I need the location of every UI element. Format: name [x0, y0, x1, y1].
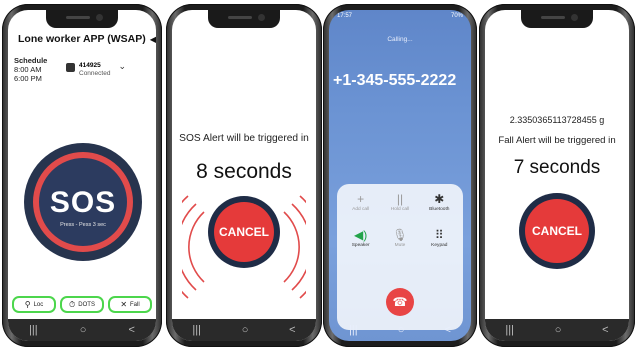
android-navbar: ||| ○ < [8, 319, 156, 341]
phone-fall-countdown: 2.3350365113728455 g Fall Alert will be … [479, 4, 635, 347]
loc-label: Loc [33, 301, 44, 308]
phone-sos-home: Lone worker APP (WSAP) ◀))) Schedule 8:0… [2, 4, 162, 347]
status-bar: 17:57 70% [337, 13, 463, 19]
recent-apps-icon[interactable]: ||| [192, 324, 201, 336]
home-icon[interactable]: ○ [80, 324, 87, 336]
keypad-button[interactable]: ⠿ Keypad [420, 228, 459, 248]
keypad-label: Keypad [431, 243, 448, 248]
dots-button[interactable]: ⏱ DOTS [60, 296, 104, 313]
fall-alert-text: Fall Alert will be triggered in [498, 135, 616, 146]
back-icon[interactable]: < [289, 324, 295, 336]
phone-sos-countdown: SOS Alert will be triggered in 8 seconds… [166, 4, 322, 347]
cancel-label: CANCEL [532, 224, 582, 238]
mute-button[interactable]: 🎙 Mute [380, 228, 419, 248]
g-force-value: 2.3350365113728455 g [509, 115, 605, 125]
mic-off-icon: 🎙 [392, 228, 408, 242]
call-controls-panel: + Add call || Hold call ✱ Bluetooth ◀) S… [337, 184, 463, 330]
fall-countdown: 7 seconds [513, 157, 601, 178]
dots-label: DOTS [78, 301, 95, 308]
hold-call-button[interactable]: || Hold call [380, 192, 419, 212]
app-header: Lone worker APP (WSAP) ◀))) [8, 24, 156, 54]
chevron-down-icon[interactable]: ⌄ [118, 62, 126, 71]
device-id: 414925 [79, 62, 101, 69]
sos-button[interactable]: SOS Press - Pess 3 sec [24, 143, 142, 261]
end-call-button[interactable]: ☎ [386, 288, 414, 316]
cancel-button[interactable]: CANCEL [208, 196, 280, 268]
speaker-label: Speaker [351, 243, 370, 248]
add-call-button[interactable]: + Add call [341, 192, 380, 212]
bluetooth-label: Bluetooth [429, 207, 450, 212]
android-navbar: ||| ○ < [485, 319, 629, 341]
keypad-icon: ⠿ [434, 228, 444, 242]
schedule-end: 6:00 PM [14, 74, 42, 83]
add-call-label: Add call [352, 207, 370, 212]
sos-alert-text: SOS Alert will be triggered in [179, 133, 309, 144]
android-navbar: ||| ○ < [329, 319, 471, 341]
add-icon: + [357, 192, 365, 206]
mute-label: Mute [394, 243, 406, 248]
schedule-block: Schedule 8:00 AM 6:00 PM [14, 56, 47, 83]
screen-sos-home: Lone worker APP (WSAP) ◀))) Schedule 8:0… [8, 10, 156, 341]
device-selector[interactable]: 414925 Connected ⌄ [66, 62, 126, 78]
screen-fall-countdown: 2.3350365113728455 g Fall Alert will be … [485, 10, 629, 341]
pause-icon: || [396, 192, 404, 206]
recent-apps-icon[interactable]: ||| [505, 324, 514, 336]
fall-icon: ✕ [120, 300, 128, 309]
schedule-start: 8:00 AM [14, 65, 42, 74]
notch [208, 10, 280, 28]
phone-calling: 17:57 70% Calling... +1-345-555-2222 + A… [323, 4, 477, 347]
status-battery: 70% [450, 13, 463, 19]
device-icon [66, 63, 75, 72]
bottom-buttons: ⚲ Loc ⏱ DOTS ✕ Fall [12, 296, 152, 313]
bluetooth-icon: ✱ [434, 192, 445, 206]
android-navbar: ||| ○ < [172, 319, 316, 341]
timer-icon: ⏱ [69, 299, 76, 309]
bluetooth-button[interactable]: ✱ Bluetooth [420, 192, 459, 212]
recent-apps-icon[interactable]: ||| [349, 324, 358, 336]
fall-button[interactable]: ✕ Fall [108, 296, 152, 313]
back-icon[interactable]: < [602, 324, 608, 336]
sos-label: SOS [49, 186, 117, 219]
notch [521, 10, 593, 28]
home-icon[interactable]: ○ [555, 324, 562, 336]
screen-sos-countdown: SOS Alert will be triggered in 8 seconds… [172, 10, 316, 341]
fall-label: Fall [130, 301, 140, 308]
sos-sublabel: Press - Pess 3 sec [60, 222, 106, 228]
home-icon[interactable]: ○ [242, 324, 249, 336]
screen-calling: 17:57 70% Calling... +1-345-555-2222 + A… [329, 10, 471, 341]
device-status: Connected [79, 70, 111, 77]
back-icon[interactable]: < [129, 324, 135, 336]
back-icon[interactable]: < [445, 324, 451, 336]
home-icon[interactable]: ○ [398, 324, 405, 336]
speaker-icon: ◀) [354, 228, 368, 242]
speaker-button[interactable]: ◀) Speaker [341, 228, 380, 248]
calling-status: Calling... [387, 36, 413, 43]
phone-hangup-icon: ☎ [392, 295, 408, 309]
hold-call-label: Hold call [390, 207, 410, 212]
recent-apps-icon[interactable]: ||| [29, 324, 38, 336]
app-title: Lone worker APP (WSAP) [18, 33, 146, 45]
location-pin-icon: ⚲ [24, 300, 31, 309]
schedule-label: Schedule [14, 56, 48, 65]
status-time: 17:57 [337, 13, 353, 19]
cancel-button[interactable]: CANCEL [519, 193, 595, 269]
speaker-icon[interactable]: ◀))) [150, 32, 156, 46]
loc-button[interactable]: ⚲ Loc [12, 296, 56, 313]
cancel-label: CANCEL [219, 225, 269, 239]
phone-number: +1-345-555-2222 [333, 72, 457, 89]
